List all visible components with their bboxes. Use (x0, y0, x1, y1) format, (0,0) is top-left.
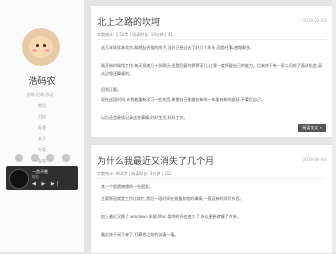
avatar-eye-right (43, 44, 46, 47)
post-meta: 字数统计: 960字 | 阅读时长: 3分钟 | 312 (97, 171, 172, 176)
avatar-cheek-right (45, 49, 50, 52)
post-date: 2019-02-24 (302, 18, 326, 23)
wechat-icon[interactable] (61, 154, 70, 162)
avatar-face (29, 36, 53, 58)
post-paragraph: 主要原因就是工作比较忙,然后一段时间在准备其他的事情,一直没有时间写东西。 (101, 196, 244, 201)
post-meta: 字数统计: 2.5k字 | 阅读时长: 10分钟 | 41 (97, 32, 173, 37)
nav-item-home[interactable]: 首页 (0, 100, 84, 111)
read-more-button[interactable]: 阅读全文 » (298, 124, 326, 132)
github-icon[interactable] (15, 154, 23, 162)
post-paragraph: 刚开始时候找工作,每天投递几十份简历,但是回复的寥寥无几,让我一度怀疑自己的能力… (101, 63, 323, 76)
post-paragraph: 其一个很遗憾想的一些朋友。 (101, 184, 153, 189)
post-paragraph: 现在这段时间,计划着重新学习一些东西,希望自己能够在新的一年里有新的收获,不辜负… (101, 97, 265, 102)
divider (97, 39, 326, 40)
social-links (15, 154, 70, 162)
nav-item-tags[interactable]: 标签 (0, 122, 84, 133)
site-description: 前端,后端,移动... (26, 92, 58, 97)
album-cover[interactable] (9, 169, 29, 189)
song-artist: 陈粒 (32, 175, 39, 179)
post-paragraph: 最近终于闲下来了,打算把之前的坑填一填。 (101, 232, 179, 237)
weibo-icon[interactable] (30, 154, 39, 162)
post-title[interactable]: 为什么我最近又消失了几个月 (97, 154, 214, 167)
player-controls[interactable]: ◀ ▶ ▶| (32, 181, 60, 187)
scrollbar[interactable] (332, 0, 336, 252)
music-player: 一首不晚 陈粒 ◀ ▶ ▶| (6, 166, 78, 190)
nav-item-archive[interactable]: 归档 (0, 111, 84, 122)
post-paragraph: 回到正题。 (101, 87, 121, 92)
post-title[interactable]: 北上之路的坎坷 (97, 15, 160, 28)
avatar-cheek-left (32, 49, 37, 52)
sidebar: 浩码农 前端,后端,移动... 首页 归档 标签 关于 分类 友链 一首不晚 陈… (0, 0, 85, 252)
site-name[interactable]: 浩码农 (0, 74, 84, 87)
post-paragraph: 以后还会继续记录这些事情,好好生活,好好工作。 (101, 115, 188, 120)
avatar-eye-left (36, 44, 39, 47)
post-paragraph: 这几年陆续来北京,和朋友合租的房子,当时已经过去了好几个年头,回首往事,感慨颇多… (101, 45, 255, 50)
divider (97, 178, 326, 179)
post-card: 为什么我最近又消失了几个月 2018-06-04 字数统计: 960字 | 阅读… (90, 144, 333, 254)
nav-item-about[interactable]: 关于 (0, 133, 84, 144)
avatar[interactable] (22, 28, 60, 66)
email-icon[interactable] (46, 154, 55, 162)
post-paragraph: 加上最近又换了 windows 系统,Mac 用的时间也变少了,所以更新就慢了许… (101, 214, 241, 219)
post-date: 2018-06-04 (302, 157, 326, 162)
post-card: 北上之路的坎坷 2019-02-24 字数统计: 2.5k字 | 阅读时长: 1… (90, 5, 333, 138)
